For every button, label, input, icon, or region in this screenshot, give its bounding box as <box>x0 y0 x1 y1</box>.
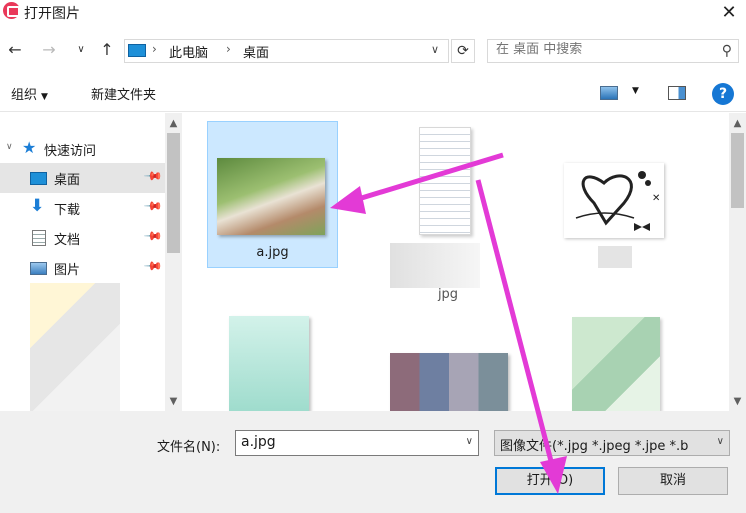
blurred-filename <box>598 246 632 268</box>
landscape-thumbnail <box>229 316 309 411</box>
command-toolbar: 组织 ▼ 新建文件夹 ▼ ? <box>0 72 746 112</box>
breadcrumb-desktop[interactable]: 桌面 <box>243 42 269 61</box>
sidebar-item-label: 文档 <box>54 233 81 248</box>
breadcrumb-chevron-icon[interactable]: › <box>226 42 231 56</box>
file-item-sketch[interactable]: ✕ <box>560 158 670 278</box>
filename-value[interactable]: a.jpg <box>241 434 276 450</box>
pin-icon[interactable]: 📌 <box>143 256 163 276</box>
sidebar-item-downloads[interactable]: ⬇ 下载 📌 <box>0 193 165 223</box>
forward-arrow-icon[interactable]: → <box>38 38 60 62</box>
scroll-up-icon[interactable]: ▲ <box>729 115 746 132</box>
scrollbar-thumb[interactable] <box>731 133 744 208</box>
sidebar-item-quick-access[interactable]: ∨ ★ 快速访问 <box>0 134 165 164</box>
search-box[interactable]: ⚲ <box>487 39 739 63</box>
filename-dropdown-icon[interactable]: ∨ <box>466 436 473 447</box>
svg-text:✕: ✕ <box>652 193 660 204</box>
document-icon <box>32 230 46 246</box>
file-item-document[interactable]: jpg <box>388 123 508 303</box>
view-dropdown-icon[interactable]: ▼ <box>632 86 639 96</box>
filename-label: 文件名(N): <box>157 440 221 455</box>
scroll-up-icon[interactable]: ▲ <box>165 115 182 132</box>
pin-icon[interactable]: 📌 <box>143 226 163 246</box>
collapse-chevron-icon[interactable]: ∨ <box>6 142 13 152</box>
dialog-footer: 文件名(N): a.jpg ∨ 图像文件(*.jpg *.jpeg *.jpe … <box>0 411 746 513</box>
this-pc-icon <box>128 44 146 57</box>
back-arrow-icon[interactable]: ← <box>4 38 26 62</box>
desktop-icon <box>30 172 47 185</box>
scroll-down-icon[interactable]: ▼ <box>165 393 182 410</box>
mosaic-thumbnail <box>390 353 508 411</box>
file-item-mosaic[interactable] <box>388 351 513 411</box>
preview-pane-icon[interactable] <box>668 86 686 100</box>
path-breadcrumb[interactable]: › 此电脑 › 桌面 ∨ <box>124 39 449 63</box>
search-input[interactable] <box>496 42 706 57</box>
window-title: 打开图片 <box>24 6 80 22</box>
pin-icon[interactable]: 📌 <box>143 196 163 216</box>
blurred-filename <box>390 243 480 288</box>
pictures-icon <box>30 262 47 275</box>
green-thumbnail <box>572 317 660 411</box>
document-thumbnail <box>419 127 471 235</box>
file-type-value: 图像文件(*.jpg *.jpeg *.jpe *.b <box>500 439 689 454</box>
help-icon[interactable]: ? <box>712 83 734 105</box>
title-bar: 打开图片 ✕ <box>0 0 746 30</box>
file-name: jpg <box>437 287 459 302</box>
navigation-pane: ∨ ★ 快速访问 桌面 📌 ⬇ 下载 📌 文档 📌 图片 📌 ▲ ▼ <box>0 113 182 411</box>
file-type-select[interactable]: 图像文件(*.jpg *.jpeg *.jpe *.b ∨ <box>494 430 730 456</box>
change-view-icon[interactable] <box>600 86 618 100</box>
scroll-down-icon[interactable]: ▼ <box>729 393 746 410</box>
sidebar-item-pictures[interactable]: 图片 📌 <box>0 253 165 283</box>
app-icon <box>3 2 20 19</box>
up-arrow-icon[interactable]: ↑ <box>96 38 118 62</box>
sidebar-item-label: 桌面 <box>54 173 81 188</box>
sketch-thumbnail: ✕ <box>564 163 664 238</box>
organize-label: 组织 <box>11 88 38 103</box>
path-dropdown-icon[interactable]: ∨ <box>431 43 439 56</box>
file-item-green-image[interactable] <box>566 313 666 411</box>
new-folder-button[interactable]: 新建文件夹 <box>91 84 156 103</box>
cancel-button[interactable]: 取消 <box>618 467 728 495</box>
content-scrollbar[interactable]: ▲ ▼ <box>729 113 746 411</box>
sidebar-item-desktop[interactable]: 桌面 📌 <box>0 163 165 193</box>
file-item-landscape[interactable] <box>223 313 313 411</box>
search-icon[interactable]: ⚲ <box>722 43 732 59</box>
recent-locations-chevron-icon[interactable]: ∨ <box>70 38 92 62</box>
pin-icon[interactable]: 📌 <box>143 166 163 186</box>
breadcrumb-chevron-icon[interactable]: › <box>152 42 157 56</box>
close-button[interactable]: ✕ <box>712 0 746 28</box>
file-name: a.jpg <box>256 245 289 260</box>
file-item-a-jpg[interactable]: a.jpg <box>207 121 338 268</box>
sidebar-item-label: 快速访问 <box>44 144 97 159</box>
open-button[interactable]: 打开(O) <box>495 467 605 495</box>
refresh-button[interactable]: ⟳ <box>451 39 475 63</box>
scrollbar-thumb[interactable] <box>167 133 180 253</box>
sidebar-item-label: 图片 <box>54 263 81 278</box>
breadcrumb-this-pc[interactable]: 此电脑 <box>169 42 208 61</box>
sidebar-item-label: 下载 <box>54 203 81 218</box>
photo-thumbnail <box>217 158 325 235</box>
star-icon: ★ <box>22 138 37 157</box>
sidebar-item-documents[interactable]: 文档 📌 <box>0 223 165 253</box>
organize-menu[interactable]: 组织 ▼ <box>11 84 48 103</box>
file-type-dropdown-icon[interactable]: ∨ <box>713 436 724 447</box>
blurred-sidebar-items <box>30 283 120 411</box>
sidebar-scrollbar[interactable]: ▲ ▼ <box>165 113 182 411</box>
download-icon: ⬇ <box>30 196 45 216</box>
filename-input[interactable]: a.jpg ∨ <box>235 430 479 456</box>
file-list: a.jpg jpg ✕ ▲ ▼ <box>183 113 746 411</box>
dropdown-arrow-icon: ▼ <box>41 92 48 102</box>
address-bar: ← → ∨ ↑ › 此电脑 › 桌面 ∨ ⟳ ⚲ <box>0 32 746 70</box>
